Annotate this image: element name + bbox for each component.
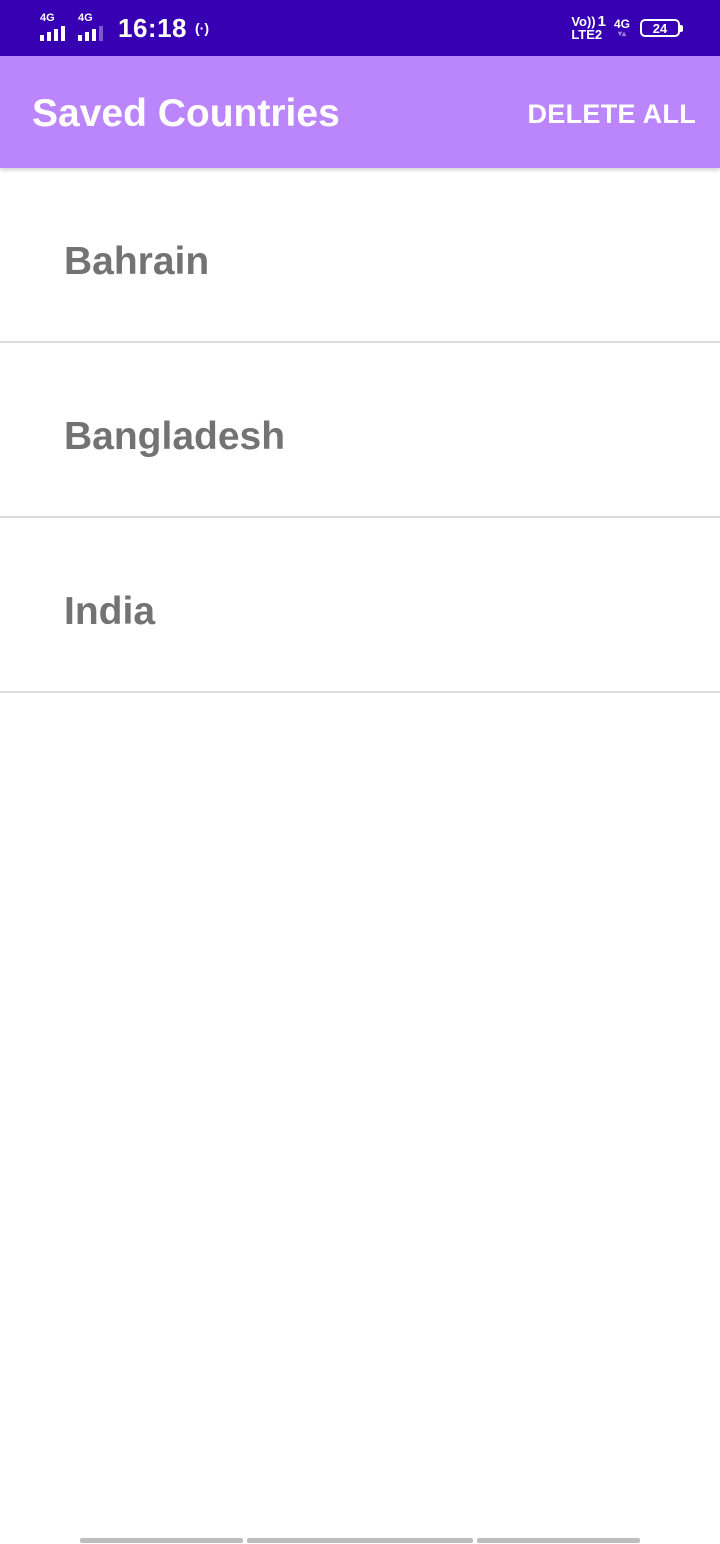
country-name: India xyxy=(64,590,156,633)
app-bar: Saved Countries DELETE ALL xyxy=(0,56,720,168)
nav-hint-segment-right xyxy=(477,1538,640,1543)
list-item-bangladesh[interactable]: Bangladesh xyxy=(0,343,720,518)
country-name: Bahrain xyxy=(64,240,210,283)
nav-hint-segment-left xyxy=(80,1538,243,1543)
sim2-signal-icon: 4G xyxy=(78,13,112,43)
status-clock: 16:18 xyxy=(118,12,187,43)
mobile-data-icon: 4G ▾▴ xyxy=(614,18,630,38)
page-title: Saved Countries xyxy=(32,92,340,135)
status-bar: 4G 4G 16:18 (·) Vo)) 1 LTE2 4G ▾▴ 24 xyxy=(0,0,720,56)
lte-label: LTE2 xyxy=(571,27,603,42)
gesture-nav-bar[interactable] xyxy=(80,1538,640,1543)
sim2-signal-bars xyxy=(78,26,103,41)
delete-all-button[interactable]: DELETE ALL xyxy=(528,84,697,144)
sim1-network-label: 4G xyxy=(40,12,55,24)
country-name: Bangladesh xyxy=(64,415,286,458)
sim1-signal-icon: 4G xyxy=(40,13,74,43)
list-item-india[interactable]: India xyxy=(0,518,720,693)
sim1-signal-bars xyxy=(40,26,65,41)
sim2-network-label: 4G xyxy=(78,12,93,24)
volte-icon: Vo)) 1 LTE2 xyxy=(571,14,606,42)
saved-countries-list: Bahrain Bangladesh India xyxy=(0,168,720,693)
hotspot-icon: (·) xyxy=(195,20,209,36)
list-item-bahrain[interactable]: Bahrain xyxy=(0,168,720,343)
battery-icon: 24 xyxy=(640,19,683,37)
status-bar-right: Vo)) 1 LTE2 4G ▾▴ 24 xyxy=(571,0,683,56)
battery-level: 24 xyxy=(652,20,668,36)
nav-hint-segment-middle xyxy=(247,1538,473,1543)
status-bar-left: 4G 4G 16:18 (·) xyxy=(40,0,209,56)
data-arrows-icon: ▾▴ xyxy=(617,29,626,38)
